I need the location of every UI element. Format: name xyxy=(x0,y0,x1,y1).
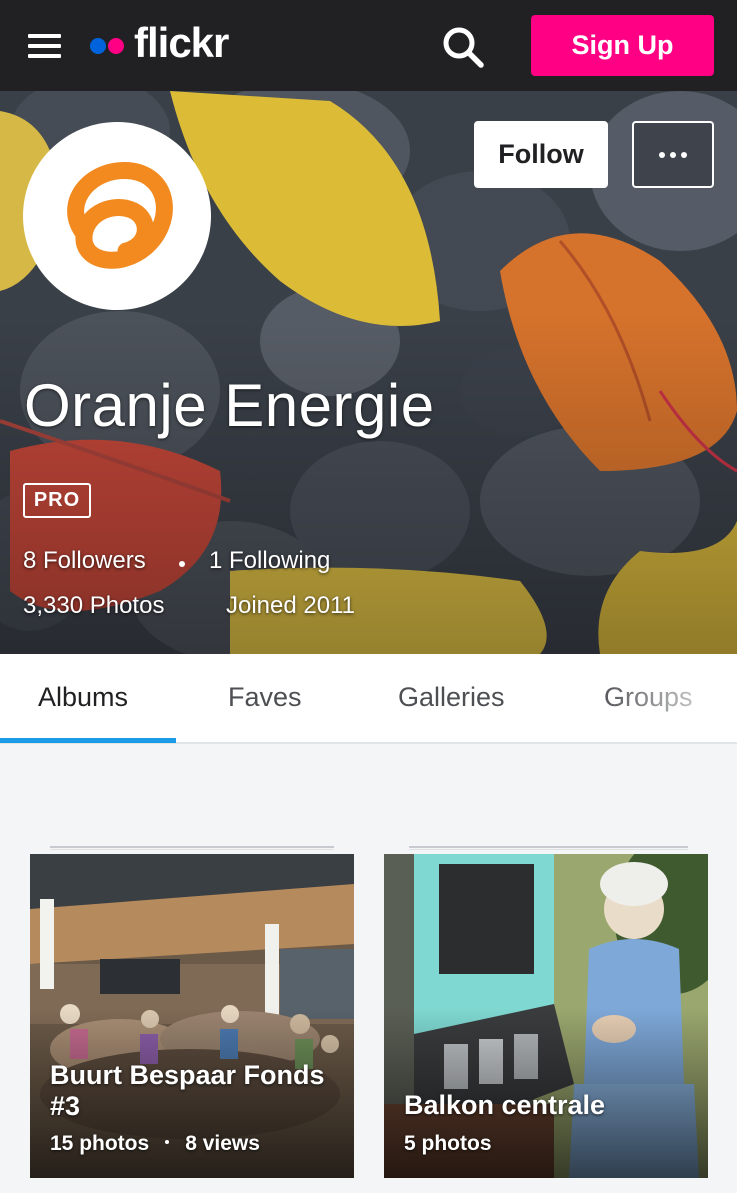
album-title: Balkon centrale xyxy=(404,1090,606,1120)
album-meta: 5 photos xyxy=(404,1132,492,1156)
album-title-line2: #3 xyxy=(50,1091,81,1121)
pro-badge: PRO xyxy=(23,483,91,518)
tab-albums[interactable]: Albums xyxy=(38,682,128,713)
album-cover-image xyxy=(30,854,354,1178)
album-card[interactable]: Buurt Bespaar Fonds #3 15 photos 8 views xyxy=(30,846,354,1178)
follow-button[interactable]: Follow xyxy=(474,121,608,188)
more-dots-icon[interactable] xyxy=(632,121,714,188)
active-tab-indicator xyxy=(0,738,176,743)
album-cover-image xyxy=(384,854,708,1178)
stat-separator-dot xyxy=(179,561,185,567)
meta-separator-dot xyxy=(165,1139,170,1144)
top-navigation-bar: flickr Sign Up xyxy=(0,0,737,91)
album-photo-count: 15 photos xyxy=(50,1132,150,1155)
profile-cover: Follow Oranje Energie PRO 8 Followers 1 … xyxy=(0,91,737,654)
logo-blue-dot xyxy=(90,38,106,54)
logo-pink-dot xyxy=(108,38,124,54)
profile-name: Oranje Energie xyxy=(24,372,435,439)
logo-wordmark: flickr xyxy=(134,19,229,66)
album-stack-edge xyxy=(409,846,688,850)
tab-galleries[interactable]: Galleries xyxy=(398,682,505,713)
tab-faves[interactable]: Faves xyxy=(228,682,302,713)
avatar[interactable] xyxy=(23,122,211,310)
hamburger-icon[interactable] xyxy=(28,30,62,62)
oranje-energie-logo xyxy=(67,162,173,269)
album-meta: 15 photos 8 views xyxy=(50,1132,260,1156)
album-view-count: 8 views xyxy=(185,1132,260,1155)
followers-count[interactable]: 8 Followers xyxy=(23,547,146,575)
album-photo-count: 5 photos xyxy=(404,1132,492,1155)
following-count[interactable]: 1 Following xyxy=(209,547,330,575)
album-stack-edge xyxy=(50,846,334,850)
sign-up-button[interactable]: Sign Up xyxy=(531,15,714,76)
album-card[interactable]: Balkon centrale 5 photos xyxy=(384,846,708,1178)
album-title-line1: Buurt Bespaar Fonds xyxy=(50,1060,325,1090)
album-title: Buurt Bespaar Fonds #3 xyxy=(50,1060,350,1122)
joined-date: Joined 2011 xyxy=(226,592,355,619)
tab-groups[interactable]: Groups xyxy=(604,682,693,713)
search-icon[interactable] xyxy=(440,24,486,70)
profile-tabs: Albums Faves Galleries Groups xyxy=(0,654,737,744)
photos-count: 3,330 Photos xyxy=(23,592,165,619)
